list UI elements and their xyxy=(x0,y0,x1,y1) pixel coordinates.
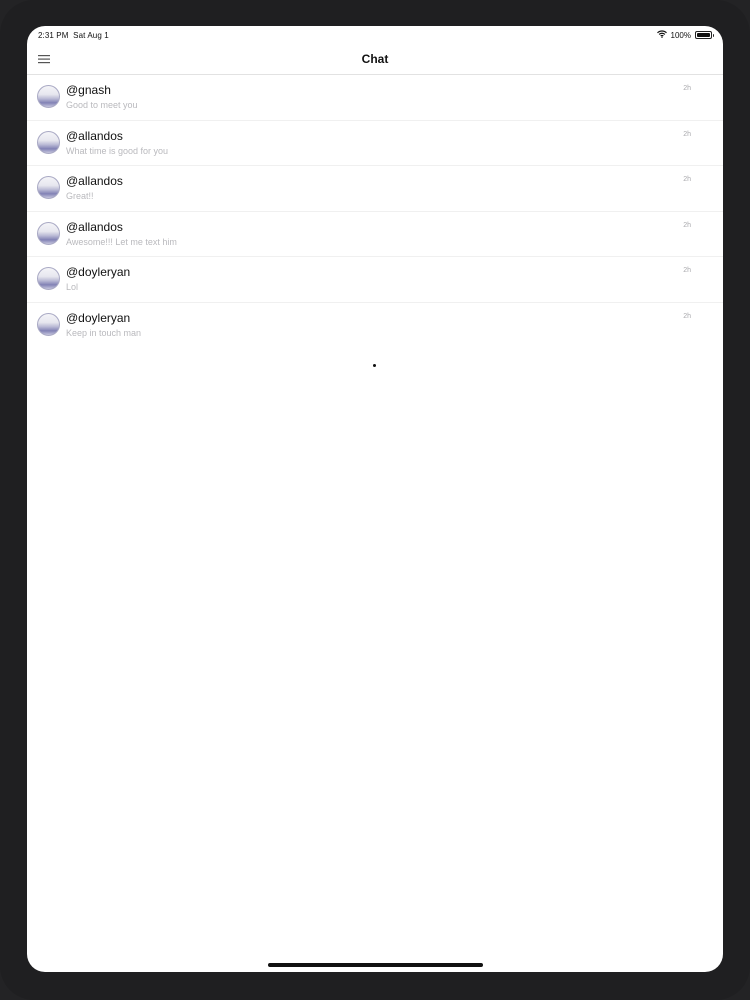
chat-list-item[interactable]: @allandos Great!! 2h xyxy=(27,166,723,212)
avatar xyxy=(37,312,60,336)
chat-list-item[interactable]: @allandos Awesome!!! Let me text him 2h xyxy=(27,212,723,258)
battery-percent: 100% xyxy=(670,30,691,40)
page-title: Chat xyxy=(361,52,389,66)
chat-list-item[interactable]: @allandos What time is good for you 2h xyxy=(27,121,723,167)
chat-username: @doyleryan xyxy=(66,265,131,280)
chat-timestamp: 2h xyxy=(683,130,691,138)
home-indicator[interactable] xyxy=(268,963,483,967)
battery-nub xyxy=(712,34,714,37)
screen: 2:31 PM Sat Aug 1 100% Chat @gnash Good … xyxy=(27,26,723,972)
status-clock: 2:31 PM xyxy=(38,31,69,40)
status-bar: 2:31 PM Sat Aug 1 100% xyxy=(27,26,723,44)
wifi-icon xyxy=(656,30,667,40)
chat-list-item[interactable]: @doyleryan Lol 2h xyxy=(27,257,723,303)
chat-list-item[interactable]: @doyleryan Keep in touch man 2h xyxy=(27,303,723,349)
chat-list: @gnash Good to meet you 2h @allandos Wha… xyxy=(27,75,723,349)
avatar xyxy=(37,176,60,200)
chat-timestamp: 2h xyxy=(683,312,691,320)
chat-message-preview: Keep in touch man xyxy=(66,327,142,338)
avatar xyxy=(37,85,60,108)
status-date: Sat Aug 1 xyxy=(73,31,109,40)
chat-timestamp: 2h xyxy=(683,221,691,229)
chat-timestamp: 2h xyxy=(683,176,691,184)
chat-message-preview: Awesome!!! Let me text him xyxy=(66,236,177,247)
chat-list-item[interactable]: @gnash Good to meet you 2h xyxy=(27,75,723,121)
avatar xyxy=(37,221,60,245)
chat-timestamp: 2h xyxy=(683,85,691,92)
status-indicators: 100% xyxy=(656,30,714,40)
status-time: 2:31 PM Sat Aug 1 xyxy=(38,31,109,40)
avatar xyxy=(37,130,60,154)
battery-fill xyxy=(697,33,710,37)
chat-username: @allandos xyxy=(66,128,123,143)
chat-username: @allandos xyxy=(66,174,123,189)
battery-icon xyxy=(695,31,714,39)
chat-username: @doyleryan xyxy=(66,310,131,325)
chat-message-preview: Great!! xyxy=(66,191,94,202)
navigation-bar: Chat xyxy=(27,44,723,75)
chat-message-preview: Lol xyxy=(66,282,79,293)
chat-message-preview: Good to meet you xyxy=(66,100,138,110)
loading-indicator xyxy=(373,364,376,367)
avatar xyxy=(37,267,60,291)
device-frame: 2:31 PM Sat Aug 1 100% Chat @gnash Good … xyxy=(0,0,750,1000)
chat-timestamp: 2h xyxy=(683,267,691,275)
chat-username: @gnash xyxy=(66,83,111,97)
chat-message-preview: What time is good for you xyxy=(66,145,169,156)
chat-username: @allandos xyxy=(66,219,123,234)
